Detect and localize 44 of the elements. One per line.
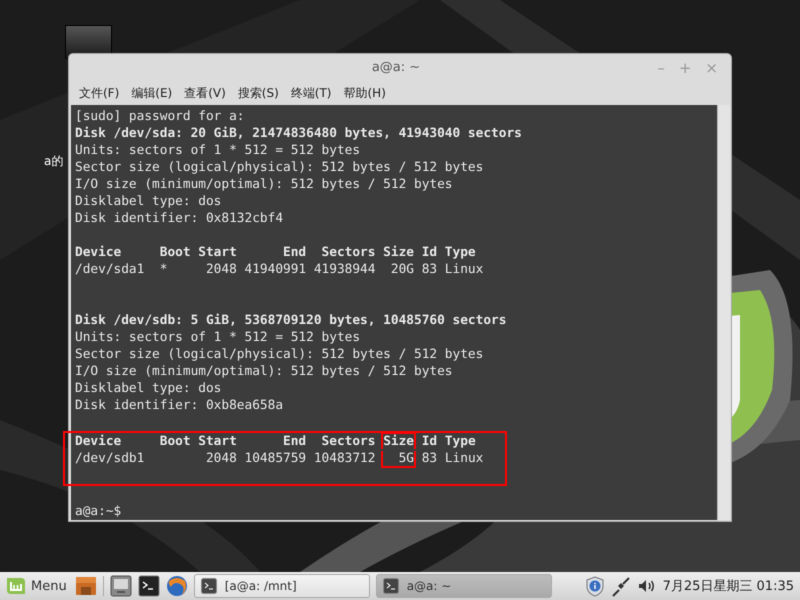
menu-item[interactable]: 帮助(H) bbox=[343, 84, 386, 102]
terminal-line: Disk identifier: 0xb8ea658a bbox=[75, 397, 284, 414]
terminal-line: Units: sectors of 1 * 512 = 512 bytes bbox=[75, 329, 362, 346]
terminal-line: a@a:~$ bbox=[75, 503, 122, 520]
menu-item[interactable]: 编辑(E) bbox=[131, 84, 172, 102]
clock[interactable]: 7月25日星期三 01:35 bbox=[662, 577, 794, 595]
window-button[interactable]: a@a: ~ bbox=[376, 574, 552, 598]
terminal-line: [sudo] password for a: bbox=[75, 108, 246, 125]
plug-icon[interactable] bbox=[610, 576, 631, 596]
highlighted-text: 5G bbox=[381, 451, 416, 468]
menu-item[interactable]: 搜索(S) bbox=[238, 84, 279, 102]
terminal-line: Units: sectors of 1 * 512 = 512 bytes bbox=[75, 142, 362, 159]
menu-item[interactable]: 查看(V) bbox=[184, 84, 226, 102]
terminal-line: Disk /dev/sda: 20 GiB, 21474836480 bytes, 41943040 sectors bbox=[75, 125, 523, 142]
shield-icon[interactable] bbox=[584, 576, 605, 596]
terminal-line: Disklabel type: dos bbox=[75, 193, 222, 210]
desktop-icon[interactable] bbox=[110, 575, 132, 597]
terminal-line: Device Boot Start End Sectors Size Id Type bbox=[75, 244, 477, 261]
terminal-line: I/O size (minimum/optimal): 512 bytes / 512 bytes bbox=[75, 176, 454, 193]
terminal-line: Disk identifier: 0x8132cbf4 bbox=[75, 210, 284, 227]
terminal-line: I/O size (minimum/optimal): 512 bytes / 512 bytes bbox=[75, 363, 454, 380]
folder-icon[interactable] bbox=[74, 575, 97, 597]
terminal-text: Id Type bbox=[420, 434, 476, 449]
terminal-text: 83 Linux bbox=[420, 451, 484, 466]
icon-label[interactable]: a的 bbox=[44, 153, 64, 170]
window-button[interactable]: [a@a: /mnt] bbox=[194, 574, 370, 598]
logo-icon bbox=[6, 577, 26, 595]
terminal-icon[interactable] bbox=[138, 575, 160, 597]
terminal-icon bbox=[200, 578, 217, 594]
menu-item[interactable]: 文件(F) bbox=[79, 84, 120, 102]
terminal-text: /dev/sdb1 2048 10485759 10483712 bbox=[75, 451, 376, 466]
terminal-icon bbox=[382, 578, 399, 594]
menu-button[interactable]: Menu bbox=[4, 577, 69, 595]
window-title: a@a: ~ bbox=[372, 60, 420, 75]
terminal-line: Sector size (logical/physical): 512 bytes / 512 bytes bbox=[75, 159, 484, 176]
terminal-line: /dev/sda1 * 2048 41940991 41938944 20G 83 Linux bbox=[75, 261, 484, 278]
terminal-line: Sector size (logical/physical): 512 bytes / 512 bytes bbox=[75, 346, 484, 363]
terminal-text: Device Boot Start End Sectors bbox=[75, 434, 376, 449]
highlighted-text: Size bbox=[381, 432, 416, 449]
globe-icon[interactable] bbox=[166, 575, 188, 597]
scrollbar[interactable] bbox=[717, 105, 730, 520]
menu-item[interactable]: 终端(T) bbox=[290, 84, 332, 102]
terminal-line: Disklabel type: dos bbox=[75, 380, 222, 397]
terminal-line: Disk /dev/sdb: 5 GiB, 5368709120 bytes, 10485760 sectors bbox=[75, 312, 508, 329]
